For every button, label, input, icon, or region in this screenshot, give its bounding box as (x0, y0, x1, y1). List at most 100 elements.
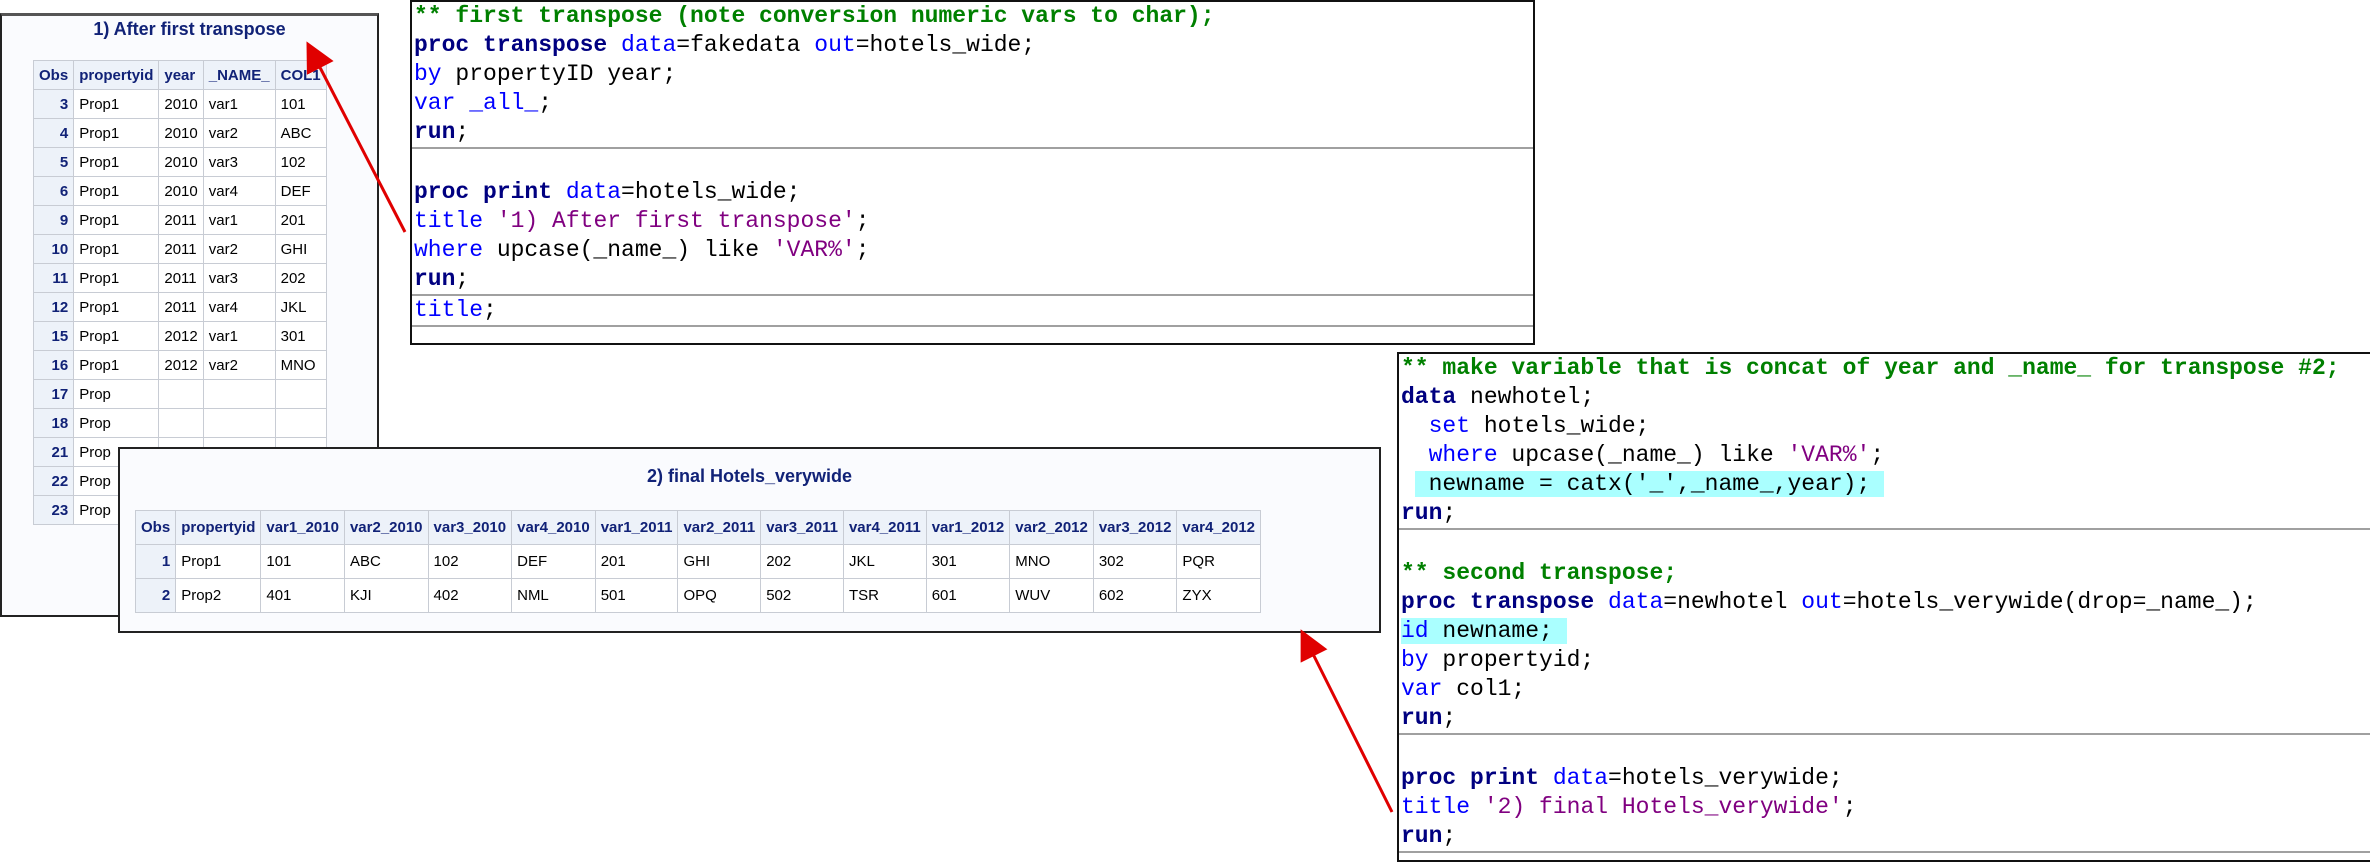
table-cell (202, 408, 276, 438)
code-line[interactable]: newname = catx('_',_name_,year); (1401, 470, 2370, 499)
table-cell: ABC (274, 118, 327, 148)
code-line[interactable]: where upcase(_name_) like 'VAR%'; (414, 236, 1533, 265)
code-line[interactable]: by propertyID year; (414, 60, 1533, 89)
code-token: ; (455, 119, 470, 145)
table-cell: var4 (202, 176, 276, 206)
table-cell: 101 (260, 544, 345, 579)
obs-cell: 22 (32, 466, 75, 496)
code-line[interactable] (1401, 735, 2370, 764)
code-token: =hotels_verywide; (1608, 765, 1843, 791)
table-row: 12 Prop1 2011 var4 JKL (32, 292, 327, 322)
table-cell: 2010 (158, 176, 204, 206)
code-token: ; (1442, 823, 1457, 849)
code-editor-second-transpose[interactable]: ** make variable that is concat of year … (1397, 352, 2370, 862)
table-cell: KJI (343, 578, 429, 613)
code-token: proc print (1401, 765, 1553, 791)
code-token: title (1401, 794, 1484, 820)
table-cell: 402 (427, 578, 513, 613)
column-header: var3_2011 (760, 510, 844, 545)
code-line[interactable]: data newhotel; (1401, 383, 2370, 412)
table-cell: var3 (202, 263, 276, 293)
table-cell: 201 (274, 205, 327, 235)
obs-cell: 1 (134, 544, 177, 579)
column-header: var1_2011 (594, 510, 679, 545)
table-cell: 601 (925, 578, 1011, 613)
code-line[interactable]: proc print data=hotels_verywide; (1401, 764, 2370, 793)
table-cell (274, 408, 327, 438)
table-cell: 102 (427, 544, 513, 579)
code-line[interactable]: var col1; (1401, 675, 2370, 704)
code-line[interactable]: proc transpose data=fakedata out=hotels_… (414, 31, 1533, 60)
code-token: data (621, 32, 677, 58)
code-line[interactable]: title '1) After first transpose'; (414, 207, 1533, 236)
code-line[interactable]: run; (1401, 499, 2370, 528)
output-title: 2) final Hotels_verywide (646, 466, 853, 486)
table-cell (158, 379, 204, 409)
table-cell: Prop1 (73, 234, 160, 264)
table-cell: Prop1 (73, 89, 160, 119)
code-line[interactable]: run; (1401, 822, 2370, 851)
code-section: proc print data=hotels_verywide; title '2… (1399, 735, 2370, 853)
column-header: Obs (134, 510, 177, 545)
obs-cell: 2 (134, 578, 177, 613)
code-editor-first-transpose[interactable]: ** first transpose (note conversion nume… (410, 0, 1535, 345)
obs-cell: 21 (32, 437, 75, 467)
obs-cell: 16 (32, 350, 75, 380)
output-title: 1) After first transpose (93, 19, 286, 39)
code-line[interactable]: title; (414, 296, 1533, 325)
obs-cell: 15 (32, 321, 75, 351)
code-line[interactable] (1401, 530, 2370, 559)
table-cell: 2011 (158, 234, 204, 264)
code-line[interactable]: title '2) final Hotels_verywide'; (1401, 793, 2370, 822)
code-line[interactable]: ** first transpose (note conversion nume… (414, 2, 1533, 31)
code-token: ; (855, 237, 870, 263)
table-cell: var4 (202, 292, 276, 322)
table-cell: 2011 (158, 205, 204, 235)
code-line[interactable]: ** second transpose; (1401, 559, 2370, 588)
table-row: 9 Prop1 2011 var1 201 (32, 205, 327, 235)
table-cell: WUV (1009, 578, 1094, 613)
obs-cell: 17 (32, 379, 75, 409)
code-token: proc transpose (414, 32, 622, 58)
column-header: COL1 (274, 60, 327, 90)
code-line[interactable]: where upcase(_name_) like 'VAR%'; (1401, 441, 2370, 470)
obs-cell: 11 (32, 263, 75, 293)
code-line[interactable] (414, 149, 1533, 178)
code-line[interactable]: var _all_; (414, 89, 1533, 118)
code-token: 'VAR%' (1787, 442, 1871, 468)
code-token: 'VAR%' (772, 237, 856, 263)
column-header: _NAME_ (202, 60, 276, 90)
code-line[interactable]: set hotels_wide; (1401, 412, 2370, 441)
table-cell: var2 (202, 234, 276, 264)
table-cell: MNO (1009, 544, 1094, 579)
arrow-to-output-2 (1300, 629, 1394, 813)
table-cell: JKL (274, 292, 327, 322)
code-token: ; (455, 266, 470, 292)
obs-cell: 5 (32, 147, 75, 177)
code-token: title (414, 297, 484, 323)
code-token: =hotels_wide; (855, 32, 1036, 58)
table-cell: TSR (842, 578, 927, 613)
code-token: upcase(_name_) like (1497, 442, 1788, 468)
code-line[interactable]: run; (414, 265, 1533, 294)
code-line[interactable]: proc transpose data=newhotel out=hotels_… (1401, 588, 2370, 617)
code-line[interactable]: proc print data=hotels_wide; (414, 178, 1533, 207)
code-line[interactable]: id newname; (1401, 617, 2370, 646)
code-token: by (414, 61, 442, 87)
column-header: propertyid (175, 510, 262, 545)
table-cell: Prop1 (73, 205, 160, 235)
code-line[interactable]: run; (1401, 704, 2370, 733)
table-row: 11 Prop1 2011 var3 202 (32, 263, 327, 293)
code-token: newhotel; (1456, 384, 1595, 410)
output-window-final-verywide: 2) final Hotels_verywide Obs propertyid va… (118, 447, 1381, 633)
code-token: run (414, 266, 456, 292)
code-token: var _all_ (414, 90, 539, 116)
code-line[interactable]: ** make variable that is concat of year … (1401, 354, 2370, 383)
code-line[interactable]: by propertyid; (1401, 646, 2370, 675)
code-line[interactable]: run; (414, 118, 1533, 147)
table-cell: var3 (202, 147, 276, 177)
table-row: 18 Prop (32, 408, 327, 438)
